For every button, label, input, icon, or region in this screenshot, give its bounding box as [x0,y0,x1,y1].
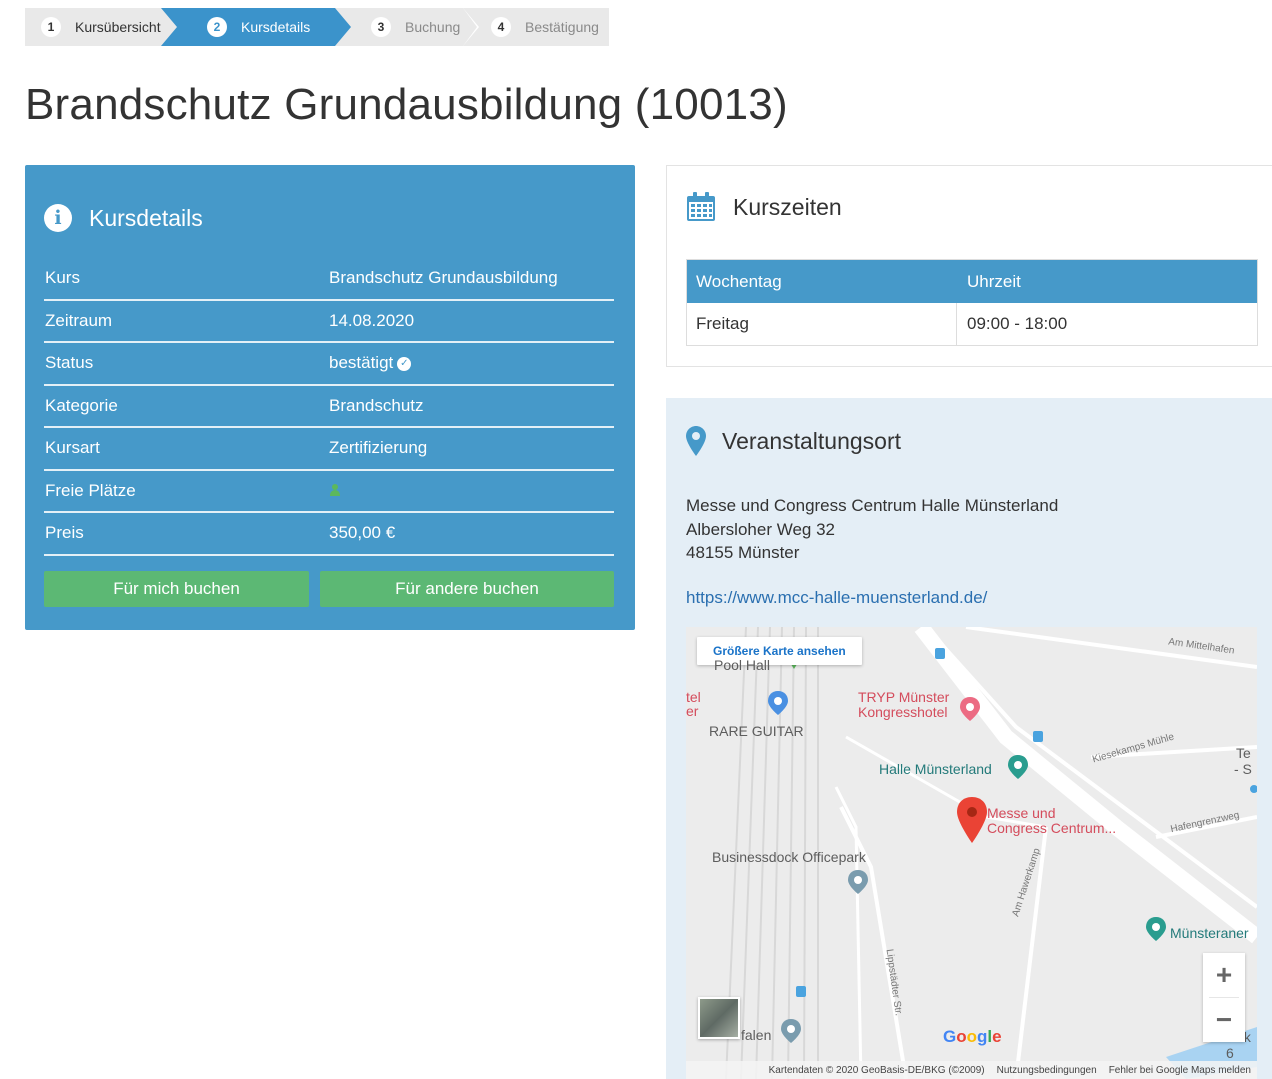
satellite-toggle[interactable] [698,997,740,1039]
step-number: 4 [491,17,511,37]
column-header-weekday: Wochentag [696,271,782,291]
details-row-zeitraum: Zeitraum 14.08.2020 [44,301,614,343]
map-label: Congress Centrum... [987,820,1117,836]
status-value: bestätigt [329,353,394,373]
row-value: 350,00 € [329,523,396,543]
row-value: Brandschutz [329,395,424,415]
row-key: Kategorie [45,395,118,415]
map-zoom-controls: + − [1203,953,1245,1042]
venue-card: Veranstaltungsort Messe und Congress Cen… [666,398,1272,1079]
step-number: 1 [41,17,61,37]
row-key: Preis [45,523,84,543]
table-row: Freitag 09:00 - 18:00 [687,303,1257,345]
venue-title: Veranstaltungsort [722,427,902,454]
booking-buttons: Für mich buchen Für andere buchen [44,571,614,607]
terms-link[interactable]: Nutzungsbedingungen [997,1065,1097,1076]
row-value: Zertifizierung [329,438,428,458]
map-label: RARE GUITAR [709,723,804,739]
map-label: Messe und [987,805,1056,821]
row-key: Freie Plätze [45,480,136,500]
map-label: TRYP Münster [858,689,950,705]
panel-title: Kursdetails [89,204,203,231]
row-value: Brandschutz Grundausbildung [329,268,558,288]
step-label: Kursdetails [241,19,311,35]
book-for-others-button[interactable]: Für andere buchen [320,571,614,607]
calendar-icon [687,192,715,221]
booking-stepper: 1 Kursübersicht 2 Kursdetails 3 Buchung … [25,8,609,46]
map-attribution: Kartendaten © 2020 GeoBasis-DE/BKG (©200… [686,1061,1257,1079]
times-table-header: Wochentag Uhrzeit [687,260,1257,303]
map-label: Kongresshotel [858,704,948,720]
step-number: 3 [371,17,391,37]
address-line: Albersloher Weg 32 [686,519,835,539]
zoom-in-button[interactable]: + [1203,953,1245,997]
row-key: Status [45,353,94,373]
step-kursuebersicht[interactable]: 1 Kursübersicht [25,8,177,46]
times-title: Kurszeiten [733,193,842,220]
info-icon: i [44,204,72,232]
details-row-status: Status bestätigt ✓ [44,343,614,386]
row-key: Zeitraum [45,310,113,330]
report-error-link[interactable]: Fehler bei Google Maps melden [1109,1065,1251,1076]
venue-map[interactable]: Größere Karte ansehen Pool Hall tel er T… [686,627,1257,1079]
times-table: Wochentag Uhrzeit Freitag 09:00 - 18:00 [686,259,1258,346]
row-value: 14.08.2020 [329,310,415,330]
row-key: Kursart [45,438,100,458]
cell-time: 09:00 - 18:00 [967,314,1068,333]
map-data-credit: Kartendaten © 2020 GeoBasis-DE/BKG (©200… [768,1064,985,1076]
step-label: Kursübersicht [75,19,161,35]
course-details-panel: i Kursdetails Kurs Brandschutz Grundausb… [25,165,635,630]
step-bestaetigung: 4 Bestätigung [463,8,609,46]
details-table: Kurs Brandschutz Grundausbildung Zeitrau… [44,258,614,556]
details-row-preis: Preis 350,00 € [44,513,614,556]
map-label: Pool Hall [714,657,771,673]
panel-header: i Kursdetails [25,165,635,245]
details-row-kurs: Kurs Brandschutz Grundausbildung [44,258,614,301]
map-label: er [686,703,699,719]
check-circle-icon: ✓ [397,356,412,371]
venue-address: Messe und Congress Centrum Halle Münster… [686,494,1058,565]
map-label: - S [1234,761,1252,777]
map-pin-icon [686,426,706,456]
row-value-wrap: bestätigt ✓ [329,353,614,373]
column-header-time: Uhrzeit [967,271,1021,291]
step-kursdetails[interactable]: 2 Kursdetails [177,8,351,46]
row-key: Kurs [45,268,80,288]
details-row-kursart: Kursart Zertifizierung [44,428,614,471]
map-label: falen [741,1027,772,1043]
times-header: Kurszeiten [667,166,1272,223]
details-row-freie-plaetze: Freie Plätze [44,471,614,513]
row-value-wrap [329,481,614,501]
book-for-me-button[interactable]: Für mich buchen [44,571,309,607]
zoom-out-button[interactable]: − [1203,998,1245,1042]
step-label: Bestätigung [525,19,599,35]
map-label: Münsteraner [1170,925,1249,941]
person-icon [329,483,341,496]
step-number: 2 [207,17,227,37]
venue-website-link[interactable]: https://www.mcc-halle-muensterland.de/ [686,588,987,608]
map-label: Te [1236,745,1251,761]
map-label: Halle Münsterland [879,761,992,777]
cell-weekday: Freitag [687,303,957,345]
course-times-card: Kurszeiten Wochentag Uhrzeit Freitag 09:… [666,165,1272,367]
google-logo: Google [943,1027,1002,1046]
page-title: Brandschutz Grundausbildung (10013) [25,80,788,129]
map-label: Businessdock Officepark [712,849,866,865]
step-buchung: 3 Buchung [335,8,479,46]
step-label: Buchung [405,19,461,35]
address-line: Messe und Congress Centrum Halle Münster… [686,496,1059,515]
venue-header: Veranstaltungsort [666,398,1272,456]
details-row-kategorie: Kategorie Brandschutz [44,386,614,428]
address-line: 48155 Münster [686,543,800,562]
